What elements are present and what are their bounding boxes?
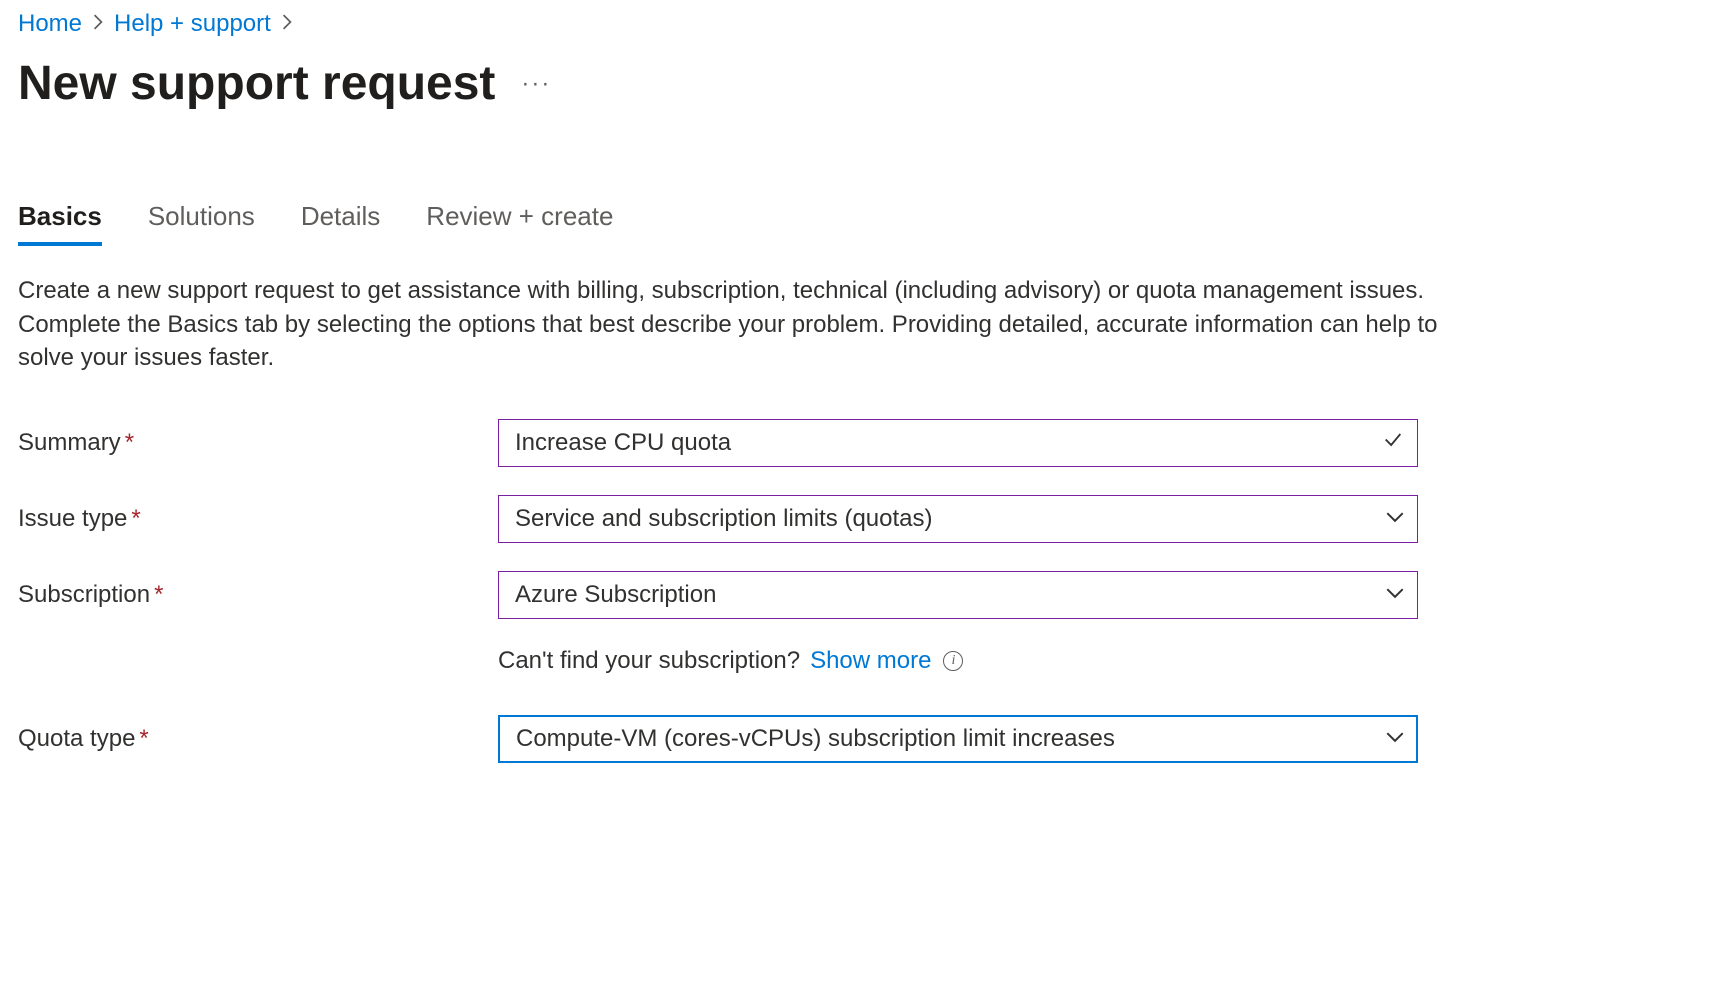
quota-type-select[interactable]: Compute-VM (cores-vCPUs) subscription li…: [498, 715, 1418, 763]
form-row-quota-type: Quota type* Compute-VM (cores-vCPUs) sub…: [18, 715, 1694, 763]
issue-type-label: Issue type*: [18, 505, 498, 533]
tabs: Basics Solutions Details Review + create: [18, 201, 1694, 246]
description-text: Create a new support request to get assi…: [18, 274, 1438, 375]
chevron-right-icon: [92, 13, 104, 36]
subscription-hint-row: Can't find your subscription? Show more …: [18, 647, 1694, 675]
breadcrumb-help-support[interactable]: Help + support: [114, 10, 271, 38]
summary-label: Summary*: [18, 429, 498, 457]
tab-solutions[interactable]: Solutions: [148, 201, 255, 246]
issue-type-select[interactable]: Service and subscription limits (quotas): [498, 495, 1418, 543]
chevron-right-icon: [281, 13, 293, 36]
more-actions-button[interactable]: ···: [521, 70, 551, 98]
tab-review-create[interactable]: Review + create: [426, 201, 613, 246]
tab-basics[interactable]: Basics: [18, 201, 102, 246]
summary-input[interactable]: Increase CPU quota: [498, 419, 1418, 467]
form-row-issue-type: Issue type* Service and subscription lim…: [18, 495, 1694, 543]
show-more-link[interactable]: Show more: [810, 647, 931, 675]
subscription-hint: Can't find your subscription? Show more …: [498, 647, 963, 675]
breadcrumb-home[interactable]: Home: [18, 10, 82, 38]
tab-details[interactable]: Details: [301, 201, 380, 246]
breadcrumb: Home Help + support: [18, 10, 1694, 38]
subscription-label: Subscription*: [18, 581, 498, 609]
form-row-subscription: Subscription* Azure Subscription: [18, 571, 1694, 619]
info-icon[interactable]: i: [943, 651, 963, 671]
title-row: New support request ···: [18, 56, 1694, 111]
page-title: New support request: [18, 56, 495, 111]
quota-type-label: Quota type*: [18, 725, 498, 753]
form-row-summary: Summary* Increase CPU quota: [18, 419, 1694, 467]
subscription-select[interactable]: Azure Subscription: [498, 571, 1418, 619]
